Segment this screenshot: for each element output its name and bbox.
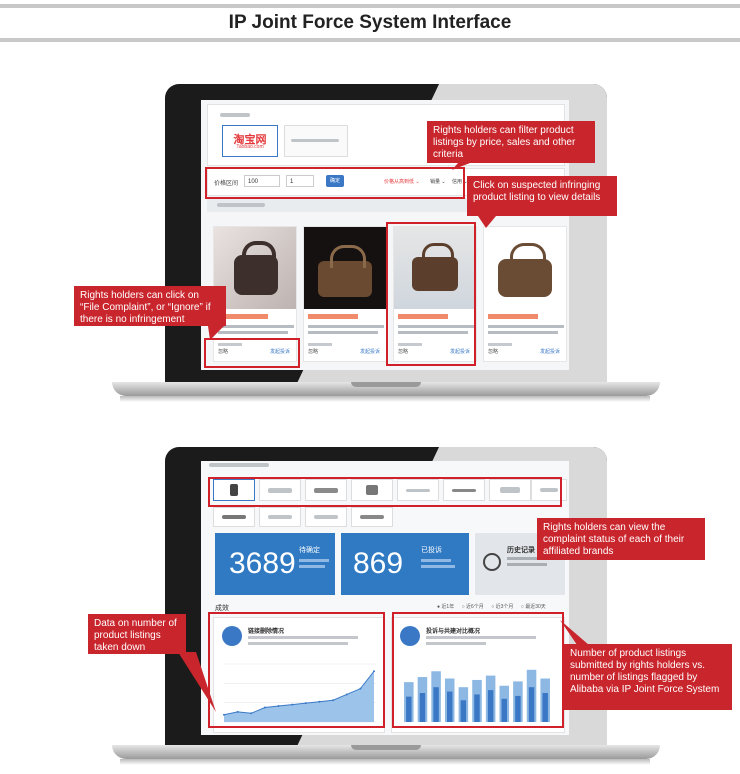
top-rule bbox=[0, 4, 740, 8]
file-complaint-button[interactable]: 发起投诉 bbox=[540, 348, 560, 355]
taobao-logo-tile[interactable]: 淘宝网 Taobao.com bbox=[222, 125, 278, 157]
pending-count: 3689 bbox=[229, 547, 296, 580]
callout-click-listing: Click on suspected infringing product li… bbox=[467, 176, 617, 216]
callout-takedown: Data on number of product listings taken… bbox=[88, 614, 186, 654]
filter-highlight-box bbox=[205, 167, 465, 199]
complained-stat-card[interactable]: 869 已投诉 bbox=[341, 533, 469, 595]
product-image[interactable] bbox=[304, 227, 386, 309]
period-radio-group[interactable]: ● 近1年 ○ 近6个月 ○ 近3个月 ○ 最近30天 bbox=[437, 603, 546, 610]
callout-filter: Rights holders can filter product listin… bbox=[427, 121, 595, 163]
taobao-logo-sub: Taobao.com bbox=[236, 144, 264, 150]
brand-logo-tile[interactable] bbox=[305, 507, 347, 527]
complained-label: 已投诉 bbox=[421, 547, 442, 554]
product-card[interactable]: 忽略 发起投诉 bbox=[303, 226, 387, 362]
radio-option[interactable]: ○ 近3个月 bbox=[491, 604, 513, 610]
comparison-highlight-box bbox=[392, 612, 564, 728]
laptop-2-base bbox=[112, 745, 660, 759]
brand-logo-tile[interactable] bbox=[259, 507, 301, 527]
pending-stat-card[interactable]: 3689 待确定 bbox=[215, 533, 335, 595]
pending-label: 待确定 bbox=[299, 547, 320, 554]
history-label: 历史记录 bbox=[507, 547, 535, 554]
radio-option[interactable]: ○ 最近30天 bbox=[521, 604, 546, 610]
callout-complaint: Rights holders can click on “File Compla… bbox=[74, 286, 226, 326]
product-image[interactable] bbox=[484, 227, 566, 309]
ignore-button[interactable]: 忽略 bbox=[308, 348, 318, 355]
file-complaint-button[interactable]: 发起投诉 bbox=[360, 348, 380, 355]
brand-logo-tile[interactable] bbox=[213, 507, 255, 527]
callout-submitted: Number of product listings submitted by … bbox=[564, 644, 732, 710]
title-rule bbox=[0, 38, 740, 42]
brand-logo-tile[interactable] bbox=[351, 507, 393, 527]
laptop-2-shadow bbox=[120, 759, 650, 765]
complained-count: 869 bbox=[353, 547, 404, 580]
ignore-button[interactable]: 忽略 bbox=[488, 348, 498, 355]
laptop-1-shadow bbox=[120, 396, 650, 402]
brands-highlight-box bbox=[208, 477, 562, 507]
clock-icon bbox=[483, 553, 501, 571]
radio-option[interactable]: ● 近1年 bbox=[437, 604, 454, 610]
callout-status: Rights holders can view the complaint st… bbox=[537, 518, 705, 560]
page-title: IP Joint Force System Interface bbox=[228, 12, 512, 33]
laptop-1-base bbox=[112, 382, 660, 396]
add-store-tile[interactable] bbox=[284, 125, 348, 157]
actions-highlight-box bbox=[204, 338, 300, 368]
radio-option[interactable]: ○ 近6个月 bbox=[462, 604, 484, 610]
product-highlight-box bbox=[386, 222, 476, 366]
takedown-highlight-box bbox=[208, 612, 385, 728]
product-image[interactable] bbox=[214, 227, 296, 309]
product-card[interactable]: 忽略 发起投诉 bbox=[483, 226, 567, 362]
